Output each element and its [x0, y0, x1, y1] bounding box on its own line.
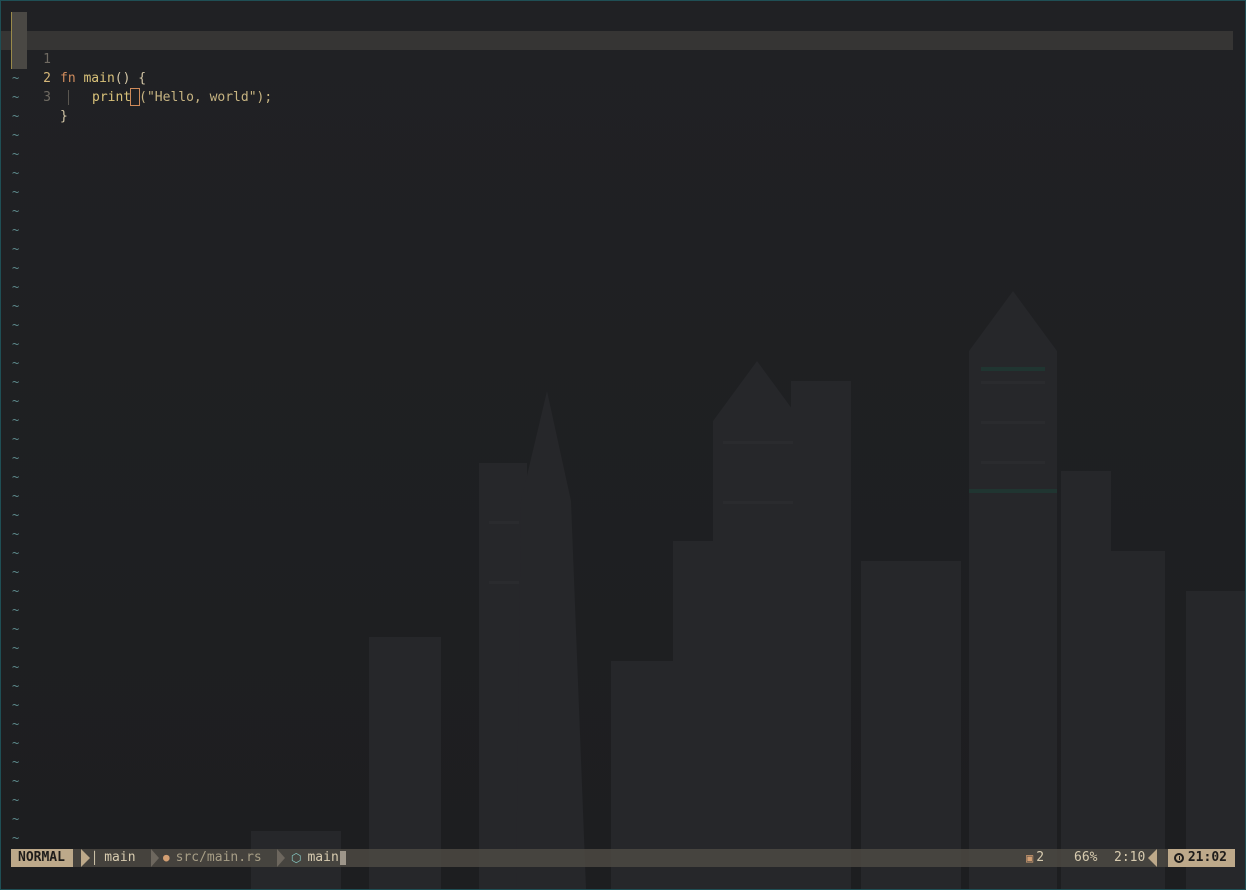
- package-count[interactable]: ▣ 2: [1026, 849, 1044, 867]
- mode-indicator: NORMAL: [11, 849, 73, 867]
- tilde-marker: ~: [12, 641, 20, 655]
- line-number: 3: [43, 90, 51, 105]
- clock-separator: [1148, 849, 1157, 867]
- git-change-marker: [11, 50, 27, 69]
- code-text[interactable]: }: [60, 107, 68, 126]
- tilde-marker: ~: [12, 128, 20, 142]
- tilde-marker: ~: [12, 470, 20, 484]
- string-token: ("Hello, world");: [139, 90, 273, 105]
- tilde-marker: ~: [12, 147, 20, 161]
- tilde-marker: ~: [12, 812, 20, 826]
- code-line[interactable]: 3 }: [1, 50, 1233, 124]
- code-text[interactable]: print ("Hello, world");: [60, 87, 273, 107]
- current-symbol[interactable]: ⬡ main: [291, 849, 346, 867]
- cursor-position: 2:10: [1114, 850, 1146, 865]
- code-line[interactable]: 1 fn main() {: [1, 12, 1233, 86]
- tilde-marker: ~: [12, 565, 20, 579]
- tilde-marker: ~: [12, 90, 20, 104]
- punctuation-token: }: [60, 109, 68, 124]
- tilde-marker: ~: [12, 261, 20, 275]
- tilde-marker: ~: [12, 337, 20, 351]
- clock-time: 21:02: [1187, 850, 1227, 865]
- code-editor[interactable]: 1 fn main() { 2 print ("Hello, world"); 3…: [1, 1, 1245, 889]
- rust-file-icon: ●: [163, 851, 170, 864]
- tilde-marker: ~: [12, 299, 20, 313]
- tilde-marker: ~: [12, 432, 20, 446]
- tilde-marker: ~: [12, 489, 20, 503]
- tilde-marker: ~: [12, 736, 20, 750]
- block-cursor: [339, 851, 346, 865]
- git-branch-icon: │: [91, 851, 99, 865]
- file-path-text: src/main.rs: [175, 850, 262, 865]
- package-icon: ▣: [1026, 851, 1034, 865]
- tilde-marker: ~: [12, 109, 20, 123]
- git-branch[interactable]: │ main: [91, 849, 136, 867]
- tilde-marker: ~: [12, 603, 20, 617]
- keyword-token: fn: [60, 71, 76, 86]
- tilde-marker: ~: [12, 280, 20, 294]
- tilde-marker: ~: [12, 356, 20, 370]
- tilde-marker: ~: [12, 413, 20, 427]
- clock-icon: [1173, 853, 1184, 863]
- tilde-marker: ~: [12, 394, 20, 408]
- file-path[interactable]: ● src/main.rs: [163, 849, 262, 867]
- tilde-marker: ~: [12, 755, 20, 769]
- tilde-marker: ~: [12, 793, 20, 807]
- scroll-percent: 66%: [1074, 850, 1098, 865]
- tilde-marker: ~: [12, 375, 20, 389]
- tilde-marker: ~: [12, 774, 20, 788]
- tilde-marker: ~: [12, 242, 20, 256]
- indent-guide: [68, 90, 69, 105]
- git-change-marker: [11, 31, 27, 50]
- symbol-name: main: [307, 850, 339, 865]
- editor-window: 1 fn main() { 2 print ("Hello, world"); 3…: [0, 0, 1246, 890]
- tilde-marker: ~: [12, 679, 20, 693]
- text-cursor: [130, 87, 141, 106]
- tilde-marker: ~: [12, 185, 20, 199]
- tilde-marker: ~: [12, 831, 20, 845]
- cube-icon: ⬡: [291, 851, 302, 865]
- tilde-marker: ~: [12, 318, 20, 332]
- tilde-marker: ~: [12, 204, 20, 218]
- segment-separator: [151, 849, 159, 867]
- mode-separator: [81, 849, 90, 867]
- tilde-marker: ~: [12, 717, 20, 731]
- clock: 21:02: [1167, 849, 1235, 867]
- function-token: print: [92, 90, 132, 105]
- tilde-marker: ~: [12, 508, 20, 522]
- function-token: main: [83, 71, 115, 86]
- tilde-marker: ~: [12, 166, 20, 180]
- branch-name: main: [104, 850, 136, 865]
- tilde-marker: ~: [12, 451, 20, 465]
- punctuation-token: () {: [114, 71, 147, 86]
- tilde-marker: ~: [12, 622, 20, 636]
- package-count-text: 2: [1036, 850, 1045, 865]
- tilde-marker: ~: [12, 223, 20, 237]
- code-text[interactable]: fn main() {: [60, 69, 146, 88]
- tilde-marker: ~: [12, 698, 20, 712]
- tilde-marker: ~: [12, 584, 20, 598]
- status-line: NORMAL │ main ● src/main.rs ⬡ main ▣ 2 6…: [11, 849, 1235, 867]
- tilde-marker: ~: [12, 546, 20, 560]
- code-line-current[interactable]: 2 print ("Hello, world");: [1, 31, 1233, 106]
- tilde-marker: ~: [12, 660, 20, 674]
- tilde-marker: ~: [12, 527, 20, 541]
- git-change-marker: [11, 12, 27, 31]
- tilde-marker: ~: [12, 71, 20, 85]
- segment-separator: [277, 849, 285, 867]
